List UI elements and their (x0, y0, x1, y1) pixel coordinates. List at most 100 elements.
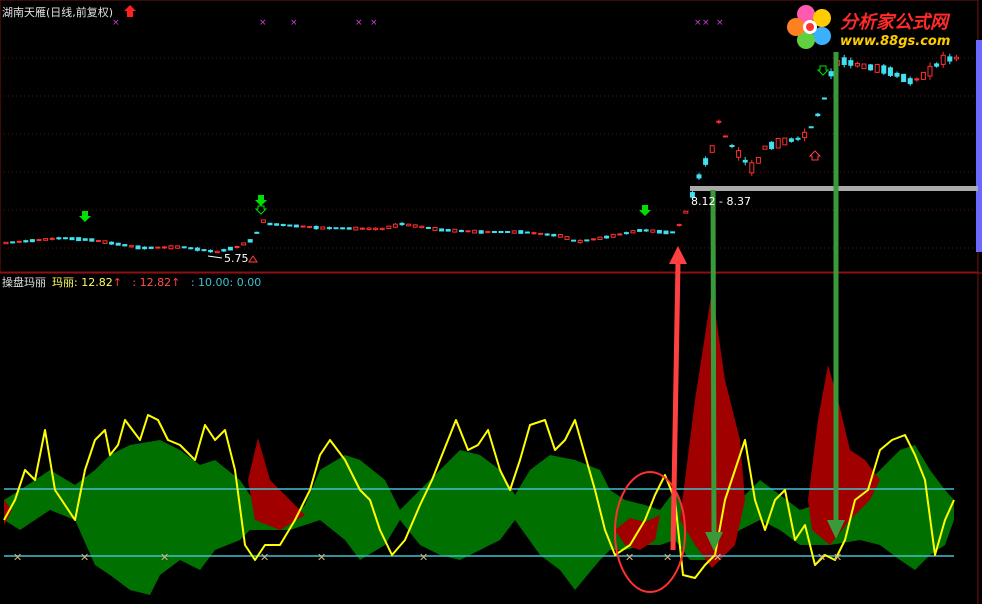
svg-text:×: × (259, 18, 267, 28)
candle (894, 72, 900, 77)
value-1: : 12.82 (74, 276, 113, 289)
candle (590, 238, 596, 241)
candle (168, 245, 174, 250)
candle (722, 135, 728, 138)
candle (610, 233, 616, 238)
candle (23, 240, 29, 243)
candle (109, 241, 115, 245)
candle (353, 226, 359, 231)
candle (10, 241, 16, 244)
candle (617, 233, 623, 236)
svg-text:×: × (694, 18, 702, 28)
candle (478, 230, 484, 234)
chart-title: 湖南天雁(日线,前复权) (2, 6, 114, 19)
hollow-arrow-icons (248, 65, 830, 263)
value-3: : 10.00 (190, 276, 230, 289)
price-low-pointer (207, 255, 223, 259)
signal-marker-icon: ✕ (13, 551, 22, 564)
candle (458, 229, 464, 233)
value-2: : 12.82 (132, 276, 172, 289)
candle (3, 241, 9, 245)
candle (815, 113, 821, 117)
candle (868, 64, 874, 71)
green-down-arrow-icons (79, 195, 651, 222)
candle (221, 249, 227, 252)
candle (135, 245, 141, 250)
candle (630, 230, 636, 234)
candle (934, 63, 940, 67)
candle (16, 240, 22, 243)
candle (524, 231, 530, 234)
candle (538, 232, 544, 235)
candle (557, 234, 563, 238)
candle (181, 246, 187, 249)
candle (577, 239, 583, 244)
candle (254, 231, 260, 234)
candle (802, 131, 808, 139)
candle (854, 62, 860, 67)
scroll-indicator[interactable] (976, 40, 982, 252)
candle (656, 229, 662, 234)
svg-text:×: × (702, 18, 710, 28)
logo-url: www.88gs.com (840, 34, 951, 49)
candle (340, 227, 346, 230)
price-grid (0, 57, 976, 249)
candle (201, 249, 207, 252)
candle (749, 162, 755, 174)
candle (643, 229, 649, 232)
candle (947, 56, 953, 62)
candle (194, 247, 200, 251)
candle (683, 210, 689, 214)
candle (769, 141, 775, 150)
candle (267, 222, 273, 226)
candle (445, 229, 451, 232)
candle (953, 56, 959, 60)
candle (95, 240, 101, 243)
candle (505, 231, 511, 233)
candle (920, 71, 926, 80)
candle (307, 226, 313, 229)
candle (716, 120, 722, 123)
candle (386, 225, 392, 229)
candle (260, 219, 266, 223)
svg-text:×: × (370, 18, 378, 28)
candle (762, 145, 768, 150)
candle (82, 238, 88, 241)
candle (425, 226, 431, 229)
candle (62, 237, 68, 240)
candle (326, 227, 332, 230)
signal-marker-icon: ✕ (260, 551, 269, 564)
candle (676, 224, 682, 227)
stock-chart[interactable]: × × × × × × × × ✕ ✕ ✕ ✕ ✕ ✕ ✕ ✕ ✕ ✕ ✕ (0, 0, 982, 604)
signal-marker-icon: ✕ (817, 551, 826, 564)
magenta-x-icons: × × × × × × × × (112, 18, 724, 28)
candle (564, 236, 570, 240)
candle (333, 227, 339, 230)
svg-text:×: × (716, 18, 724, 28)
candle (379, 227, 385, 231)
candle (122, 244, 128, 247)
signal-marker-icon: ✕ (663, 551, 672, 564)
candle (399, 222, 405, 226)
candle (709, 145, 715, 153)
candle (861, 63, 867, 70)
candle (940, 54, 946, 65)
up-arrow-icon: ↑ (112, 276, 122, 289)
signal-marker-icon: ✕ (833, 551, 842, 564)
candle (373, 227, 379, 231)
candle (320, 226, 326, 230)
candle (782, 137, 788, 146)
candle (828, 71, 834, 77)
candle (188, 247, 194, 250)
candle (498, 231, 504, 233)
candle (49, 237, 55, 240)
candle (696, 174, 702, 179)
candle (465, 230, 471, 233)
signal-marker-icon: ✕ (80, 551, 89, 564)
candle (755, 156, 761, 164)
candle (227, 246, 233, 251)
svg-text:×: × (355, 18, 363, 28)
candle (241, 242, 247, 246)
candle (406, 223, 412, 227)
candle (36, 239, 42, 242)
